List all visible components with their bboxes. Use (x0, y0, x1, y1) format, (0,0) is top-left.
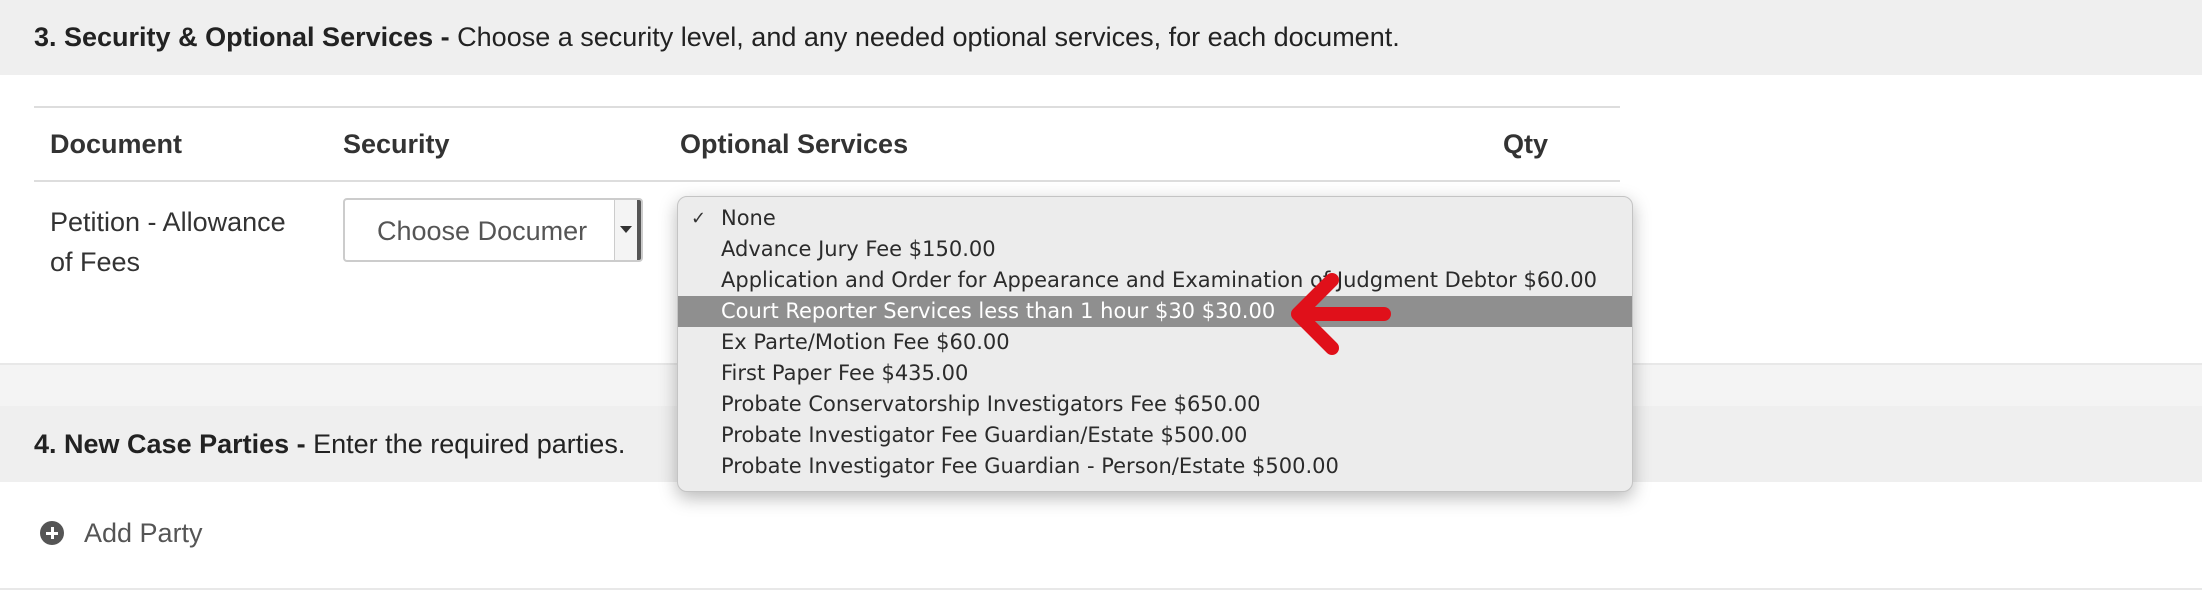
documents-table: Document Security Optional Services Qty … (34, 106, 1620, 277)
section-3-description: Choose a security level, and any needed … (449, 22, 1400, 52)
dropdown-option-highlighted[interactable]: Court Reporter Services less than 1 hour… (678, 296, 1632, 327)
dropdown-option[interactable]: ✓ None (678, 203, 1632, 234)
dropdown-option[interactable]: Probate Conservatorship Investigators Fe… (678, 389, 1632, 420)
document-name-cell: Petition - Allowance of Fees (50, 202, 310, 282)
dropdown-option[interactable]: First Paper Fee $435.00 (678, 358, 1632, 389)
section-4-description: Enter the required parties. (305, 428, 626, 459)
column-header-optional-services: Optional Services (680, 129, 909, 159)
security-select-value: Choose Documer (377, 216, 588, 246)
section-4-title: 4. New Case Parties - (34, 428, 306, 459)
plus-circle-icon (40, 521, 64, 545)
document-name-line-2: of Fees (50, 247, 141, 277)
dropdown-option[interactable]: Ex Parte/Motion Fee $60.00 (678, 327, 1632, 358)
add-party-label: Add Party (84, 517, 203, 548)
add-party-button[interactable]: Add Party (40, 518, 203, 548)
dropdown-option[interactable]: Probate Investigator Fee Guardian/Estate… (678, 420, 1632, 451)
optional-services-dropdown[interactable]: ✓ None Advance Jury Fee $150.00 Applicat… (677, 196, 1633, 492)
column-header-qty: Qty (1503, 129, 1549, 159)
security-select-toggle[interactable] (614, 200, 641, 260)
red-arrow-annotation-icon (1291, 273, 1391, 355)
document-name-line-1: Petition - Allowance (50, 207, 286, 237)
dropdown-option[interactable]: Application and Order for Appearance and… (678, 265, 1632, 296)
section-3-title: 3. Security & Optional Services - (34, 22, 450, 52)
caret-down-icon (620, 226, 632, 233)
column-header-document: Document (50, 129, 183, 159)
checkmark-icon: ✓ (691, 208, 707, 229)
dropdown-option[interactable]: Probate Investigator Fee Guardian - Pers… (678, 451, 1632, 482)
section-3-header: 3. Security & Optional Services - Choose… (0, 0, 2202, 75)
column-header-security: Security (343, 129, 450, 159)
table-header-row: Document Security Optional Services Qty (34, 108, 1620, 182)
dropdown-option[interactable]: Advance Jury Fee $150.00 (678, 234, 1632, 265)
security-level-select[interactable]: Choose Documer (343, 198, 643, 262)
